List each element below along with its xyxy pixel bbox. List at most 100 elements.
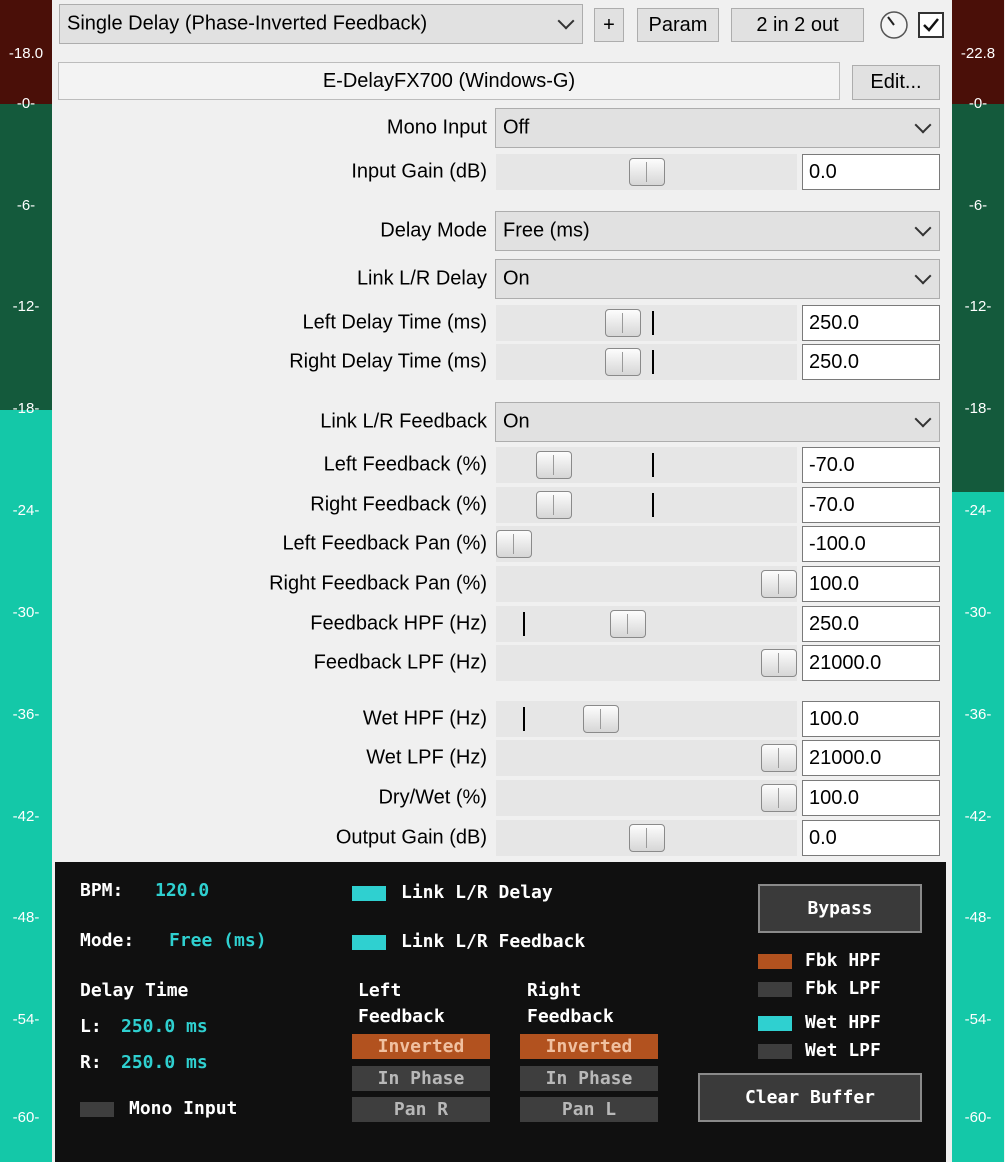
wet-lpf-hz-slider[interactable] bbox=[496, 740, 797, 776]
meter-lit-zone bbox=[0, 410, 52, 1162]
right-delay-time-ms-slider[interactable] bbox=[496, 344, 797, 380]
slider-thumb[interactable] bbox=[496, 530, 532, 558]
io-routing-button[interactable]: 2 in 2 out bbox=[731, 8, 864, 42]
link-feedback-indicator bbox=[352, 935, 386, 950]
link-l-r-delay-dropdown[interactable]: On bbox=[495, 259, 940, 299]
slider-thumb[interactable] bbox=[536, 491, 572, 519]
mode-value: Free (ms) bbox=[169, 930, 267, 951]
left-in-phase-tag: In Phase bbox=[352, 1066, 490, 1091]
slider-thumb[interactable] bbox=[629, 824, 665, 852]
link-feedback-label: Link L/R Feedback bbox=[401, 931, 586, 952]
default-marker bbox=[523, 612, 525, 636]
plugin-name-display: E-DelayFX700 (Windows-G) bbox=[58, 62, 840, 100]
left-feedback-value-field[interactable]: -70.0 bbox=[802, 447, 940, 483]
right-feedback-label: Right Feedback (%) bbox=[310, 493, 487, 516]
meter-scale-tick: -42- bbox=[12, 808, 40, 825]
feedback-hpf-hz-slider[interactable] bbox=[496, 606, 797, 642]
link-l-r-feedback-dropdown[interactable]: On bbox=[495, 402, 940, 442]
wet-hpf-hz-value-field[interactable]: 100.0 bbox=[802, 701, 940, 737]
mono-input-indicator bbox=[80, 1102, 114, 1117]
clear-buffer-button[interactable]: Clear Buffer bbox=[698, 1073, 922, 1122]
meter-scale-tick: -60- bbox=[12, 1109, 40, 1126]
slider-thumb[interactable] bbox=[629, 158, 665, 186]
right-delay-value: 250.0 ms bbox=[121, 1052, 208, 1073]
left-peak-readout: -18.0 bbox=[8, 45, 44, 62]
bypass-button[interactable]: Bypass bbox=[758, 884, 922, 933]
slider-thumb[interactable] bbox=[761, 784, 797, 812]
chevron-down-icon bbox=[914, 267, 932, 285]
right-feedback-value-field[interactable]: -70.0 bbox=[802, 487, 940, 523]
slider-thumb[interactable] bbox=[536, 451, 572, 479]
output-gain-db-label: Output Gain (dB) bbox=[335, 826, 487, 849]
bpm-label: BPM: bbox=[80, 880, 124, 901]
wet-lpf-hz-value-field[interactable]: 21000.0 bbox=[802, 740, 940, 776]
default-marker bbox=[652, 350, 654, 374]
meter-scale-tick: -48- bbox=[964, 909, 992, 926]
input-gain-db-slider[interactable] bbox=[496, 154, 797, 190]
dry-wet-label: Dry/Wet (%) bbox=[378, 786, 487, 809]
right-feedback-slider[interactable] bbox=[496, 487, 797, 523]
meter-scale-tick: -12- bbox=[964, 298, 992, 315]
wet-hpf-indicator bbox=[758, 1016, 792, 1031]
left-feedback-title: Left bbox=[358, 980, 402, 1001]
slider-thumb[interactable] bbox=[583, 705, 619, 733]
meter-scale-tick: -6- bbox=[16, 197, 36, 214]
left-feedback-slider[interactable] bbox=[496, 447, 797, 483]
slider-thumb[interactable] bbox=[610, 610, 646, 638]
left-pan-r-tag: Pan R bbox=[352, 1097, 490, 1122]
slider-thumb[interactable] bbox=[605, 348, 641, 376]
feedback-lpf-hz-slider[interactable] bbox=[496, 645, 797, 681]
right-delay-time-ms-value-field[interactable]: 250.0 bbox=[802, 344, 940, 380]
meter-scale-tick: -54- bbox=[964, 1011, 992, 1028]
mono-input-label: Mono Input bbox=[386, 116, 487, 139]
left-delay-time-ms-slider[interactable] bbox=[496, 305, 797, 341]
link-l-r-delay-value: On bbox=[503, 267, 530, 290]
dry-wet-slider[interactable] bbox=[496, 780, 797, 816]
meter-scale-tick: -36- bbox=[12, 706, 40, 723]
meter-scale-tick: -30- bbox=[12, 604, 40, 621]
link-l-r-feedback-value: On bbox=[503, 410, 530, 433]
fbk-hpf-label: Fbk HPF bbox=[805, 950, 881, 971]
param-button[interactable]: Param bbox=[637, 8, 719, 42]
slider-thumb[interactable] bbox=[761, 570, 797, 598]
default-marker bbox=[652, 453, 654, 477]
right-delay-time-ms-label: Right Delay Time (ms) bbox=[289, 350, 487, 373]
edit-button[interactable]: Edit... bbox=[852, 65, 940, 100]
enable-checkbox[interactable] bbox=[918, 12, 944, 38]
input-gain-db-value-field[interactable]: 0.0 bbox=[802, 154, 940, 190]
wet-lpf-indicator bbox=[758, 1044, 792, 1059]
output-gain-db-slider[interactable] bbox=[496, 820, 797, 856]
default-marker bbox=[652, 493, 654, 517]
right-feedback-pan-value-field[interactable]: 100.0 bbox=[802, 566, 940, 602]
mono-input-label: Mono Input bbox=[129, 1098, 238, 1119]
feedback-lpf-hz-label: Feedback LPF (Hz) bbox=[313, 651, 487, 674]
meter-scale-tick: -36- bbox=[964, 706, 992, 723]
slider-thumb[interactable] bbox=[761, 744, 797, 772]
wet-knob-icon[interactable] bbox=[879, 10, 909, 40]
delay-mode-dropdown[interactable]: Free (ms) bbox=[495, 211, 940, 251]
slider-thumb[interactable] bbox=[761, 649, 797, 677]
right-feedback-title-2: Feedback bbox=[527, 1006, 614, 1027]
feedback-lpf-hz-value-field[interactable]: 21000.0 bbox=[802, 645, 940, 681]
feedback-hpf-hz-value-field[interactable]: 250.0 bbox=[802, 606, 940, 642]
left-delay-value: 250.0 ms bbox=[121, 1016, 208, 1037]
dry-wet-value-field[interactable]: 100.0 bbox=[802, 780, 940, 816]
fbk-lpf-label: Fbk LPF bbox=[805, 978, 881, 999]
preset-dropdown[interactable]: Single Delay (Phase-Inverted Feedback) bbox=[59, 4, 583, 44]
left-feedback-pan-value-field[interactable]: -100.0 bbox=[802, 526, 940, 562]
output-gain-db-value-field[interactable]: 0.0 bbox=[802, 820, 940, 856]
meter-scale-tick: -0- bbox=[16, 95, 36, 112]
right-peak-readout: -22.8 bbox=[960, 45, 996, 62]
meter-scale-tick: -54- bbox=[12, 1011, 40, 1028]
add-preset-button[interactable]: + bbox=[594, 8, 624, 42]
right-feedback-pan-slider[interactable] bbox=[496, 566, 797, 602]
chevron-down-icon bbox=[914, 219, 932, 237]
chevron-down-icon bbox=[914, 116, 932, 134]
slider-thumb[interactable] bbox=[605, 309, 641, 337]
mono-input-dropdown[interactable]: Off bbox=[495, 108, 940, 148]
bpm-value: 120.0 bbox=[155, 880, 210, 901]
chevron-down-icon bbox=[557, 12, 575, 30]
left-feedback-pan-slider[interactable] bbox=[496, 526, 797, 562]
left-delay-time-ms-value-field[interactable]: 250.0 bbox=[802, 305, 940, 341]
wet-hpf-hz-slider[interactable] bbox=[496, 701, 797, 737]
